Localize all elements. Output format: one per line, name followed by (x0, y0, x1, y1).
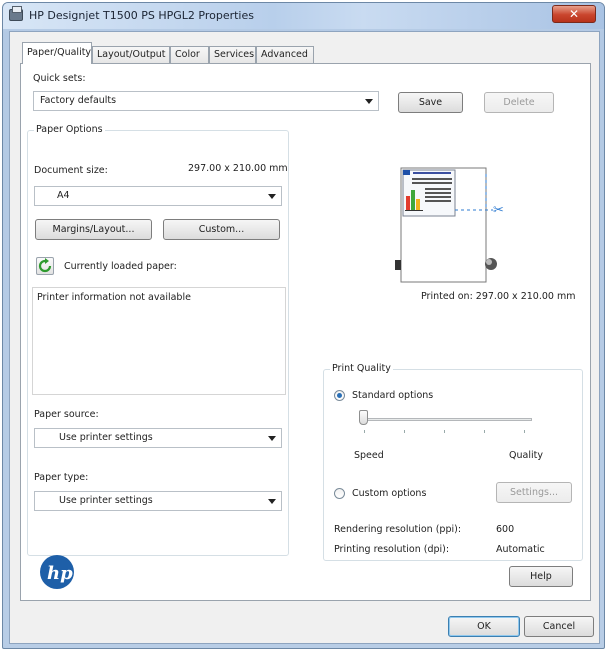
slider-tick (524, 430, 525, 433)
loaded-paper-label: Currently loaded paper: (64, 261, 177, 272)
paper-type-select[interactable]: Use printer settings (34, 491, 282, 511)
tab-paper-quality[interactable]: Paper/Quality (22, 42, 92, 64)
ok-button[interactable]: OK (448, 616, 520, 637)
chevron-down-icon (268, 194, 276, 199)
document-size-label: Document size: (34, 165, 108, 176)
settings-button[interactable]: Settings... (496, 482, 572, 503)
quality-label: Quality (509, 450, 543, 461)
svg-text:✂: ✂ (493, 203, 504, 218)
slider-tick (364, 430, 365, 433)
paper-source-select[interactable]: Use printer settings (34, 428, 282, 448)
svg-text:hp: hp (47, 563, 73, 584)
tab-layout-output[interactable]: Layout/Output (92, 46, 170, 63)
dialog-client: Paper/Quality Layout/Output Color Servic… (9, 31, 600, 644)
slider-tick (484, 430, 485, 433)
window-title: HP Designjet T1500 PS HPGL2 Properties (29, 9, 254, 22)
quality-slider-thumb[interactable] (359, 410, 368, 425)
quick-sets-select[interactable]: Factory defaults (33, 91, 379, 111)
save-button[interactable]: Save (398, 92, 463, 113)
printed-on-text: Printed on: 297.00 x 210.00 mm (421, 291, 576, 302)
slider-tick (404, 430, 405, 433)
paper-source-label: Paper source: (34, 409, 99, 420)
help-button[interactable]: Help (509, 566, 573, 587)
delete-button[interactable]: Delete (484, 92, 554, 113)
chevron-down-icon (268, 436, 276, 441)
quick-sets-label: Quick sets: (33, 73, 86, 84)
tab-advanced[interactable]: Advanced (256, 46, 314, 63)
paper-source-value: Use printer settings (59, 432, 153, 443)
speed-label: Speed (354, 450, 384, 461)
slider-tick (444, 430, 445, 433)
quick-sets-value: Factory defaults (40, 95, 117, 106)
printing-resolution-value: Automatic (496, 544, 545, 555)
custom-size-button[interactable]: Custom... (163, 219, 280, 240)
tab-color[interactable]: Color (170, 46, 209, 63)
rendering-resolution-label: Rendering resolution (ppi): (334, 524, 462, 535)
print-quality-title: Print Quality (330, 363, 393, 374)
paper-options-title: Paper Options (34, 124, 105, 135)
refresh-icon (38, 258, 52, 273)
title-bar[interactable]: HP Designjet T1500 PS HPGL2 Properties ✕ (3, 3, 604, 29)
printing-resolution-label: Printing resolution (dpi): (334, 544, 450, 555)
paper-type-label: Paper type: (34, 472, 89, 483)
hp-logo: hp (39, 554, 75, 590)
standard-options-label: Standard options (352, 390, 434, 401)
rendering-resolution-value: 600 (496, 524, 515, 535)
printer-info-text: Printer information not available (37, 292, 191, 303)
standard-options-radio[interactable] (334, 390, 345, 401)
printer-info-box: Printer information not available (32, 287, 286, 395)
printer-icon (9, 6, 23, 21)
close-button[interactable]: ✕ (552, 5, 596, 23)
quality-slider-track[interactable] (362, 418, 532, 421)
tab-services[interactable]: Services (209, 46, 256, 63)
chevron-down-icon (268, 499, 276, 504)
properties-window: HP Designjet T1500 PS HPGL2 Properties ✕… (2, 2, 605, 649)
refresh-button[interactable] (36, 257, 54, 275)
paper-options-group: Paper Options Document size: 297.00 x 21… (27, 124, 289, 556)
paper-preview-graphic: ✂ (395, 167, 504, 283)
cancel-button[interactable]: Cancel (524, 616, 594, 637)
document-size-selected: A4 (57, 190, 70, 201)
paper-preview: ✂ (381, 164, 521, 289)
custom-options-radio[interactable] (334, 488, 345, 499)
print-quality-group: Print Quality Standard options Speed Qua… (323, 363, 583, 561)
chevron-down-icon (365, 99, 373, 104)
document-size-value: 297.00 x 210.00 mm (188, 163, 288, 174)
paper-type-value: Use printer settings (59, 495, 153, 506)
margins-layout-button[interactable]: Margins/Layout... (35, 219, 152, 240)
paper-quality-panel: Quick sets: Factory defaults Save Delete… (20, 63, 591, 601)
document-size-select[interactable]: A4 (34, 186, 282, 206)
custom-options-label: Custom options (352, 488, 427, 499)
hp-logo-icon: hp (40, 555, 74, 589)
